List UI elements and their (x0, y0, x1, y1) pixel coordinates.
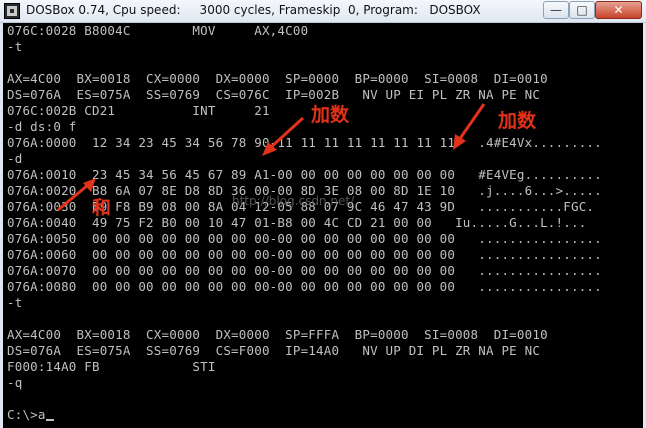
console-line: 076C:0028 B8004C MOV AX,4C00 (7, 23, 309, 38)
console-line: 076A:0080 00 00 00 00 00 00 00 00-00 00 … (7, 279, 602, 294)
dosbox-app-icon[interactable] (4, 3, 20, 19)
console-line: AX=4C00 BX=0018 CX=0000 DX=0000 SP=FFFA … (7, 327, 548, 342)
annotation-label-sum: 和 (92, 197, 112, 219)
console-line: 076A:0000 12 34 23 45 34 56 78 90-11 11 … (7, 135, 602, 150)
dosbox-window: DOSBox 0.74, Cpu speed: 3000 cycles, Fra… (0, 0, 646, 428)
console-line: -q (7, 375, 23, 390)
console-line: 076A:0050 00 00 00 00 00 00 00 00-00 00 … (7, 231, 602, 246)
console-line: DS=076A ES=075A SS=0769 CS=F000 IP=14A0 … (7, 343, 541, 358)
title-bar[interactable]: DOSBox 0.74, Cpu speed: 3000 cycles, Fra… (0, 0, 646, 23)
console-line: 076A:0010 23 45 34 56 45 67 89 A1-00 00 … (7, 167, 602, 182)
console-line: 076A:0070 00 00 00 00 00 00 00 00-00 00 … (7, 263, 602, 278)
console-line: DS=076A ES=075A SS=0769 CS=076C IP=002B … (7, 87, 541, 102)
console-line: 076C:002B CD21 INT 21 (7, 103, 270, 118)
console-line: -t (7, 295, 23, 310)
console-line: -d (7, 151, 23, 166)
command-prompt-line[interactable]: C:\>a (7, 407, 54, 423)
maximize-button[interactable]: □ (569, 1, 595, 19)
console-line: -t (7, 39, 23, 54)
annotation-label-addend-2: 加数 (498, 110, 537, 132)
close-button[interactable]: ✕ (595, 1, 642, 19)
command-prompt: C:\>a (7, 407, 46, 422)
watermark: http://blog.csdn.net/ (232, 194, 355, 208)
annotation-label-addend-1: 加数 (311, 104, 350, 126)
console-line: -d ds:0 f (7, 119, 77, 134)
console-line: AX=4C00 BX=0018 CX=0000 DX=0000 SP=0000 … (7, 71, 548, 86)
console-line: F000:14A0 FB STI (7, 359, 216, 374)
minimize-button[interactable]: — (543, 1, 569, 19)
window-title: DOSBox 0.74, Cpu speed: 3000 cycles, Fra… (26, 3, 481, 17)
text-cursor (45, 419, 54, 421)
console-line: 076A:0060 00 00 00 00 00 00 00 00-00 00 … (7, 247, 602, 262)
dos-console[interactable]: 076C:0028 B8004C MOV AX,4C00 -t AX=4C00 … (0, 23, 646, 428)
